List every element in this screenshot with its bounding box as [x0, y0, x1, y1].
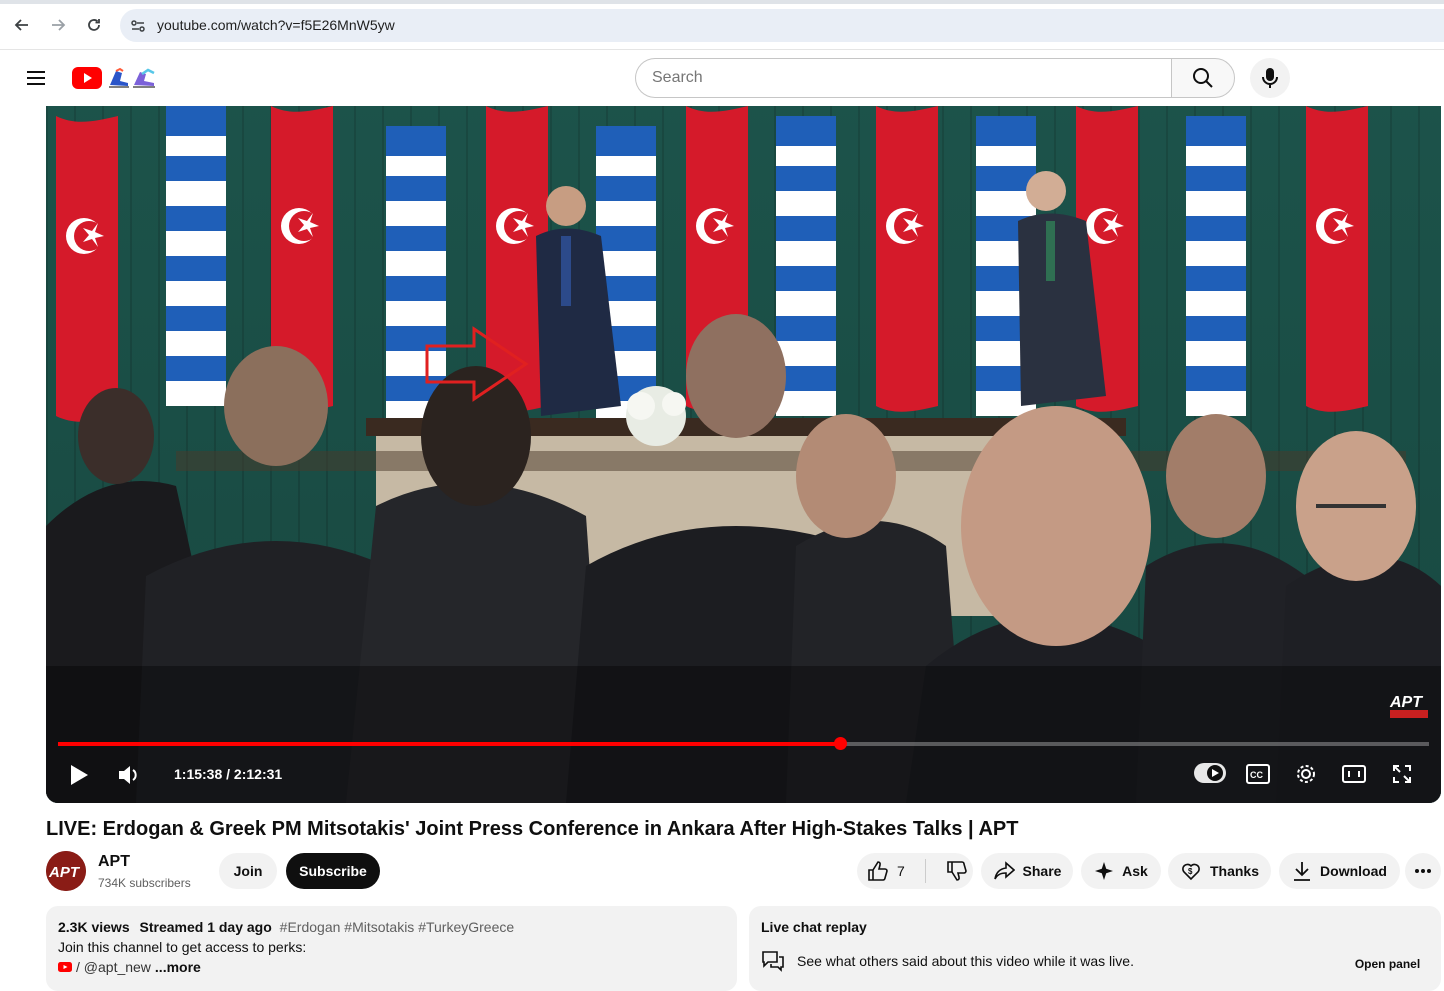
- share-button[interactable]: Share: [981, 853, 1073, 889]
- volume-icon: [119, 766, 137, 784]
- doodle-skates-icon: [109, 67, 155, 88]
- join-button[interactable]: Join: [219, 853, 277, 889]
- download-label: Download: [1320, 863, 1387, 879]
- dislike-button[interactable]: [946, 860, 968, 882]
- search-button[interactable]: [1171, 58, 1235, 98]
- channel-handle-link[interactable]: / @apt_new: [76, 959, 151, 975]
- closed-captions-icon: CC: [1246, 764, 1270, 784]
- like-divider: [924, 859, 926, 883]
- more-actions-button[interactable]: [1405, 853, 1441, 889]
- super-thanks-icon: $: [1182, 863, 1200, 881]
- channel-name[interactable]: APT: [98, 853, 130, 871]
- apt-watermark: APT: [1388, 691, 1432, 721]
- back-arrow-icon[interactable]: [11, 14, 33, 36]
- description-link-row: / @apt_new ...more: [58, 959, 201, 975]
- progress-played: [58, 742, 841, 746]
- channel-avatar[interactable]: APT: [46, 851, 86, 891]
- youtube-play-logo-icon: [72, 67, 102, 89]
- fullscreen-button[interactable]: [1388, 762, 1416, 786]
- subscribe-button[interactable]: Subscribe: [286, 853, 380, 889]
- hashtags[interactable]: #Erdogan #Mitsotakis #TurkeyGreece: [280, 919, 514, 935]
- like-button[interactable]: 7: [867, 860, 905, 882]
- ask-button[interactable]: Ask: [1081, 853, 1161, 889]
- svg-text:APT: APT: [48, 864, 81, 881]
- open-panel-button[interactable]: Open panel: [1346, 950, 1429, 978]
- svg-text:APT: APT: [1389, 694, 1423, 711]
- join-label: Join: [233, 863, 263, 879]
- settings-button[interactable]: [1292, 762, 1320, 786]
- like-count: 7: [897, 863, 905, 879]
- video-title: LIVE: Erdogan & Greek PM Mitsotakis' Joi…: [46, 818, 1019, 840]
- time-display: 1:15:38 / 2:12:31: [174, 766, 283, 782]
- thumbs-up-icon: [868, 861, 888, 881]
- play-icon: [71, 765, 88, 785]
- video-frame: [46, 106, 1441, 803]
- like-dislike-group: 7: [857, 853, 973, 889]
- description-meta: 2.3K views Streamed 1 day ago #Erdogan #…: [58, 919, 514, 935]
- browser-toolbar: youtube.com/watch?v=f5E26MnW5yw: [0, 0, 1444, 50]
- youtube-logo[interactable]: [72, 67, 164, 89]
- gear-icon: [1297, 765, 1315, 783]
- chat-bubbles-icon: [761, 950, 785, 977]
- progress-bar[interactable]: [58, 737, 1429, 750]
- svg-text:$: $: [1188, 867, 1193, 876]
- captions-button[interactable]: CC: [1244, 762, 1272, 786]
- share-icon: [993, 861, 1015, 880]
- download-icon: [1294, 862, 1311, 881]
- description-panel[interactable]: 2.3K views Streamed 1 day ago #Erdogan #…: [46, 906, 737, 991]
- more-horizontal-icon: [1415, 869, 1431, 873]
- show-more-link[interactable]: ...more: [155, 959, 201, 975]
- theater-mode-icon: [1342, 765, 1366, 783]
- subscriber-count: 734K subscribers: [98, 876, 191, 890]
- description-text: Join this channel to get access to perks…: [58, 939, 307, 955]
- stream-date: Streamed 1 day ago: [139, 919, 272, 935]
- site-settings-icon[interactable]: [129, 17, 147, 35]
- autoplay-toggle[interactable]: [1194, 763, 1226, 783]
- theater-mode-button[interactable]: [1340, 762, 1368, 786]
- microphone-icon: [1262, 68, 1278, 88]
- ask-label: Ask: [1122, 863, 1148, 879]
- subscribe-label: Subscribe: [299, 863, 367, 879]
- open-panel-label: Open panel: [1354, 957, 1421, 971]
- hamburger-menu-icon[interactable]: [22, 66, 50, 90]
- live-chat-title: Live chat replay: [761, 919, 867, 935]
- live-chat-description: See what others said about this video wh…: [797, 953, 1134, 969]
- search-input[interactable]: [636, 59, 1172, 97]
- thanks-button[interactable]: $ Thanks: [1168, 853, 1271, 889]
- address-bar[interactable]: youtube.com/watch?v=f5E26MnW5yw: [120, 9, 1444, 42]
- volume-button[interactable]: [114, 760, 144, 790]
- play-button[interactable]: [64, 760, 94, 790]
- voice-search-button[interactable]: [1250, 58, 1290, 98]
- search-input-container[interactable]: [635, 58, 1172, 98]
- turkey-flag: [56, 116, 118, 422]
- search-icon: [1193, 68, 1213, 88]
- forward-arrow-icon[interactable]: [47, 14, 69, 36]
- youtube-header: [0, 50, 1444, 106]
- thanks-label: Thanks: [1209, 863, 1259, 879]
- view-count: 2.3K views: [58, 919, 130, 935]
- live-chat-replay-panel: Live chat replay See what others said ab…: [749, 906, 1441, 991]
- share-label: Share: [1022, 863, 1062, 879]
- download-button[interactable]: Download: [1279, 853, 1400, 889]
- thumbs-down-icon: [946, 861, 967, 881]
- sparkle-icon: [1095, 862, 1114, 880]
- fullscreen-icon: [1393, 765, 1411, 783]
- video-player[interactable]: APT 1:15:38 / 2:12:31 CC: [46, 106, 1441, 803]
- reload-icon[interactable]: [83, 14, 105, 36]
- url-text: youtube.com/watch?v=f5E26MnW5yw: [157, 17, 395, 33]
- svg-text:CC: CC: [1250, 770, 1263, 780]
- youtube-small-icon: [58, 962, 72, 972]
